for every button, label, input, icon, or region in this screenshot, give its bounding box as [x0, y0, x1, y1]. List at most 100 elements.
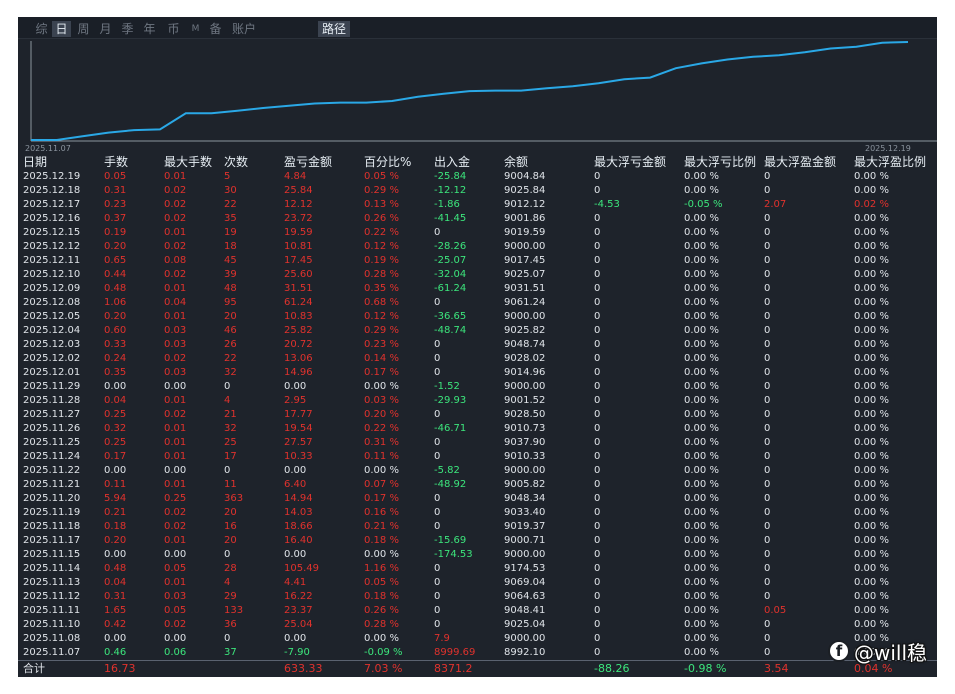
table-row[interactable]: 2025.11.10 0.42 0.02 36 25.04 0.28 % 0 9025.04 0… — [18, 618, 937, 632]
table-row[interactable]: 2025.12.09 0.48 0.01 48 31.51 0.35 % -61.24 903… — [18, 282, 937, 296]
column-header-0[interactable]: 日期 — [23, 154, 47, 170]
cell-最大浮盈金额: 0 — [764, 563, 771, 574]
cell-最大浮盈金额: 0 — [764, 479, 771, 490]
cell-出入金: 0 — [434, 605, 441, 616]
table-row[interactable]: 2025.11.19 0.21 0.02 20 14.03 0.16 % 0 9033.40 0… — [18, 506, 937, 520]
table-row[interactable]: 2025.12.16 0.37 0.02 35 23.72 0.26 % -41.45 900… — [18, 212, 937, 226]
cell-最大浮盈金额: 0 — [764, 353, 771, 364]
table-row[interactable]: 2025.11.08 0.00 0.00 0 0.00 0.00 % 7.9 9000.00 0… — [18, 632, 937, 646]
cell-次数: 0 — [224, 633, 231, 644]
column-header-4[interactable]: 盈亏金额 — [284, 154, 332, 170]
cell-余额: 9069.04 — [504, 577, 546, 588]
table-row[interactable]: 2025.11.21 0.11 0.01 11 6.40 0.07 % -48.92 9005… — [18, 478, 937, 492]
table-row[interactable]: 2025.12.08 1.06 0.04 95 61.24 0.68 % 0 9061.24 0… — [18, 296, 937, 310]
cell-百分比%: 0.19 % — [364, 255, 399, 266]
tab-3[interactable]: 月 — [96, 21, 115, 37]
table-row[interactable]: 2025.12.03 0.33 0.03 26 20.72 0.23 % 0 9048.74 0… — [18, 338, 937, 352]
column-header-8[interactable]: 最大浮亏金额 — [594, 154, 666, 170]
cell-出入金: -36.65 — [434, 311, 467, 322]
cell-最大浮盈金额: 0 — [764, 549, 771, 560]
cell-日期: 2025.11.18 — [23, 521, 81, 532]
cell-手数: 0.24 — [104, 353, 127, 364]
table-row[interactable]: 2025.12.15 0.19 0.01 19 19.59 0.22 % 0 9019.59 0… — [18, 226, 937, 240]
cell-百分比%: 0.12 % — [364, 311, 399, 322]
table-row[interactable]: 2025.12.10 0.44 0.02 39 25.60 0.28 % -32.04 902… — [18, 268, 937, 282]
tab-9[interactable]: 账户 — [230, 21, 258, 37]
cell-最大手数: 0.25 — [164, 493, 187, 504]
cell-最大浮盈金额: 0 — [764, 423, 771, 434]
cell-百分比%: 0.05 % — [364, 577, 399, 588]
route-button[interactable]: 路径 — [318, 21, 350, 37]
table-row[interactable]: 2025.12.05 0.20 0.01 20 10.83 0.12 % -36.65 900… — [18, 310, 937, 324]
table-row[interactable]: 2025.11.17 0.20 0.01 20 16.40 0.18 % -15.69 900… — [18, 534, 937, 548]
table-row[interactable]: 2025.11.14 0.48 0.05 28 105.49 1.16 % 0 9174.53… — [18, 562, 937, 576]
tab-6[interactable]: 币 — [164, 21, 183, 37]
cell-盈亏金额: 18.66 — [284, 521, 313, 532]
table-row[interactable]: 2025.12.11 0.65 0.08 45 17.45 0.19 % -25.07 901… — [18, 254, 937, 268]
cell-最大浮亏比例: 0.00 % — [684, 395, 719, 406]
cell-手数: 0.00 — [104, 381, 127, 392]
tab-4[interactable]: 季 — [118, 21, 137, 37]
cell-百分比%: 0.26 % — [364, 605, 399, 616]
tab-8[interactable]: 备 — [206, 21, 225, 37]
cell-盈亏金额: 14.94 — [284, 493, 313, 504]
tab-7[interactable]: M — [186, 21, 205, 37]
table-row[interactable]: 2025.12.18 0.31 0.02 30 25.84 0.29 % -12.12 902… — [18, 184, 937, 198]
table-row[interactable]: 2025.11.18 0.18 0.02 16 18.66 0.21 % 0 9019.37 0… — [18, 520, 937, 534]
cell-最大浮盈比例: 0.00 % — [854, 507, 889, 518]
table-row[interactable]: 2025.11.28 0.04 0.01 4 2.95 0.03 % -29.93 9001.… — [18, 394, 937, 408]
cell-次数: 20 — [224, 535, 237, 546]
column-header-7[interactable]: 余额 — [504, 154, 528, 170]
cell-日期: 2025.12.19 — [23, 171, 81, 182]
tab-2[interactable]: 周 — [74, 21, 93, 37]
period-tab-bar: 综日周月季年币 M 备账户 路径 — [18, 17, 937, 39]
cell-出入金: -5.82 — [434, 465, 460, 476]
table-row[interactable]: 2025.11.22 0.00 0.00 0 0.00 0.00 % -5.82 9000.0… — [18, 464, 937, 478]
cell-出入金: -46.71 — [434, 423, 467, 434]
tab-1[interactable]: 日 — [52, 21, 71, 37]
table-row[interactable]: 2025.12.02 0.24 0.02 22 13.06 0.14 % 0 9028.02 0… — [18, 352, 937, 366]
cell-最大浮亏金额: 0 — [594, 269, 601, 280]
table-row[interactable]: 2025.12.12 0.20 0.02 18 10.81 0.12 % -28.26 900… — [18, 240, 937, 254]
column-header-10[interactable]: 最大浮盈金额 — [764, 154, 836, 170]
table-row[interactable]: 2025.11.12 0.31 0.03 29 16.22 0.18 % 0 9064.63 0… — [18, 590, 937, 604]
table-row[interactable]: 2025.12.19 0.05 0.01 5 4.84 0.05 % -25.84 9004.… — [18, 170, 937, 184]
table-row[interactable]: 2025.11.27 0.25 0.02 21 17.77 0.20 % 0 9028.50 0… — [18, 408, 937, 422]
cell-次数: 20 — [224, 311, 237, 322]
column-header-11[interactable]: 最大浮盈比例 — [854, 154, 926, 170]
table-row[interactable]: 2025.12.04 0.60 0.03 46 25.82 0.29 % -48.74 902… — [18, 324, 937, 338]
cell-最大浮亏比例: 0.00 % — [684, 493, 719, 504]
table-header: 日期 手数 最大手数 次数 盈亏金额 百分比% 出入金 余额 最大浮亏金额 最大浮亏比例 最大浮盈金… — [18, 154, 937, 170]
column-header-3[interactable]: 次数 — [224, 154, 248, 170]
cell-日期: 2025.11.22 — [23, 465, 81, 476]
cell-最大浮盈金额: 0 — [764, 591, 771, 602]
cell-次数: 22 — [224, 199, 237, 210]
column-header-1[interactable]: 手数 — [104, 154, 128, 170]
column-header-2[interactable]: 最大手数 — [164, 154, 212, 170]
table-row[interactable]: 2025.12.01 0.35 0.03 32 14.96 0.17 % 0 9014.96 0… — [18, 366, 937, 380]
tab-0[interactable]: 综 — [32, 21, 51, 37]
column-header-9[interactable]: 最大浮亏比例 — [684, 154, 756, 170]
column-header-5[interactable]: 百分比% — [364, 154, 411, 170]
cell-最大手数: 0.03 — [164, 591, 187, 602]
cell-余额: 9000.00 — [504, 381, 546, 392]
cell-次数: 48 — [224, 283, 237, 294]
tab-5[interactable]: 年 — [140, 21, 159, 37]
cell-次数: 35 — [224, 213, 237, 224]
column-header-6[interactable]: 出入金 — [434, 154, 470, 170]
cell-次数: 11 — [224, 479, 237, 490]
table-row[interactable]: 2025.12.17 0.23 0.02 22 12.12 0.13 % -1.86 9012… — [18, 198, 937, 212]
cell-最大浮亏金额: 0 — [594, 325, 601, 336]
table-row[interactable]: 2025.11.11 1.65 0.05 133 23.37 0.26 % 0 9048.41… — [18, 604, 937, 618]
table-row[interactable]: 2025.11.07 0.46 0.06 37 -7.90 -0.09 % 8999.69 8… — [18, 646, 937, 660]
cell-百分比%: 0.21 % — [364, 521, 399, 532]
table-row[interactable]: 2025.11.24 0.17 0.01 17 10.33 0.11 % 0 9010.33 0… — [18, 450, 937, 464]
table-row[interactable]: 2025.11.13 0.04 0.01 4 4.41 0.05 % 0 9069.04 0 0.… — [18, 576, 937, 590]
table-row[interactable]: 2025.11.26 0.32 0.01 32 19.54 0.22 % -46.71 901… — [18, 422, 937, 436]
table-row[interactable]: 2025.11.20 5.94 0.25 363 14.94 0.17 % 0 9048.34… — [18, 492, 937, 506]
table-row[interactable]: 2025.11.15 0.00 0.00 0 0.00 0.00 % -174.53 9000… — [18, 548, 937, 562]
cell-最大浮盈比例: 0.00 % — [854, 577, 889, 588]
table-row[interactable]: 2025.11.29 0.00 0.00 0 0.00 0.00 % -1.52 9000.0… — [18, 380, 937, 394]
cell-手数: 0.44 — [104, 269, 127, 280]
table-row[interactable]: 2025.11.25 0.25 0.01 25 27.57 0.31 % 0 9037.90 0… — [18, 436, 937, 450]
